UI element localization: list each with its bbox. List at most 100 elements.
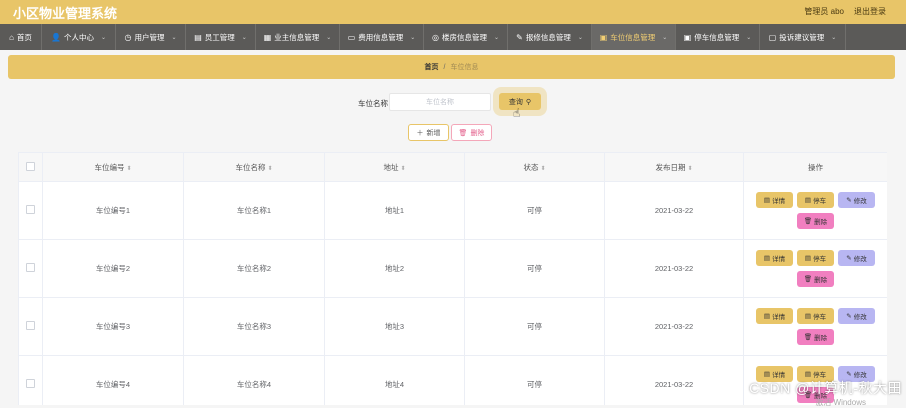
row-select-cell[interactable] <box>18 181 43 240</box>
document-icon: ▤ <box>804 371 812 378</box>
cell-code: 车位编号2 <box>42 239 184 298</box>
cell-name: 车位名称1 <box>183 181 325 240</box>
sort-icon[interactable]: ⬍ <box>126 166 131 172</box>
park-button[interactable]: ▤ 停车 <box>797 308 834 324</box>
park-button[interactable]: ▤ 停车 <box>797 250 834 266</box>
query-button-label: 查询 <box>508 98 523 106</box>
edit-button[interactable]: ✎ 修改 <box>838 192 875 208</box>
select-all-checkbox[interactable] <box>26 161 35 171</box>
row-select-cell[interactable] <box>18 239 43 298</box>
trash-icon: 🗑 <box>803 218 813 225</box>
cell-operations: ▤ 详情 ▤ 停车 ✎ 修改 🗑 删除 <box>743 181 887 240</box>
nav-item-label: 员工管理 <box>204 32 235 42</box>
cell-address: 地址3 <box>324 297 465 356</box>
document-icon: ▤ <box>804 255 812 262</box>
trash-icon: 🗑 <box>803 334 813 341</box>
sort-icon[interactable]: ⬍ <box>267 166 272 172</box>
row-checkbox[interactable] <box>26 263 35 272</box>
user-icon: 👤 <box>51 32 61 42</box>
sort-icon[interactable]: ⬍ <box>540 166 545 172</box>
parking-name-search-input[interactable] <box>389 93 491 111</box>
chevron-down-icon: ⌄ <box>241 34 247 41</box>
cell-address: 地址1 <box>324 181 465 240</box>
batch-delete-button[interactable]: 🗑 删除 <box>451 124 492 141</box>
nav-item-label: 楼房信息管理 <box>441 32 487 42</box>
sort-icon[interactable]: ⬍ <box>400 166 405 172</box>
column-header-code[interactable]: 车位编号 ⬍ <box>42 152 184 182</box>
cell-status: 可停 <box>464 239 605 298</box>
cell-operations: ▤ 详情 ▤ 停车 ✎ 修改 🗑 删除 <box>743 297 887 356</box>
column-header-name[interactable]: 车位名称 ⬍ <box>183 152 325 182</box>
column-header-date[interactable]: 发布日期 ⬍ <box>604 152 744 182</box>
location-icon: ◎ <box>431 32 439 42</box>
delete-row-button[interactable]: 🗑 删除 <box>797 329 834 345</box>
nav-item-label: 车位信息管理 <box>610 32 656 42</box>
table-row: 车位编号1 车位名称1 地址1 可停 2021-03-22 ▤ 详情 ▤ 停车 ✎ 修… <box>18 181 887 240</box>
column-header-status[interactable]: 状态 ⬍ <box>464 152 605 182</box>
nav-item-label: 投诉建议管理 <box>779 32 825 42</box>
nav-item-parking-info[interactable]: ▣ 停车信息管理 ⌄ <box>676 24 760 50</box>
cell-address: 地址2 <box>324 239 465 298</box>
cell-date: 2021-03-22 <box>604 355 744 405</box>
car-icon: ▣ <box>683 32 692 42</box>
select-all-cell[interactable] <box>18 152 43 182</box>
column-header-address[interactable]: 地址 ⬍ <box>324 152 465 182</box>
home-icon: ⌂ <box>9 32 14 42</box>
sort-icon[interactable]: ⬍ <box>687 166 692 172</box>
current-user-label: 管理员 abo <box>804 7 844 16</box>
chevron-down-icon: ⌄ <box>100 34 106 41</box>
row-checkbox[interactable] <box>26 321 35 330</box>
cell-date: 2021-03-22 <box>604 181 744 240</box>
app-title: 小区物业管理系统 <box>13 6 118 21</box>
nav-item-home[interactable]: ⌂ 首页 <box>0 24 42 50</box>
row-select-cell[interactable] <box>18 297 43 356</box>
delete-row-button[interactable]: 🗑 删除 <box>797 213 834 229</box>
edit-button[interactable]: ✎ 修改 <box>838 250 875 266</box>
nav-item-parking-space-info[interactable]: ▣ 车位信息管理 ⌄ <box>592 24 676 50</box>
nav-item-label: 业主信息管理 <box>274 32 320 42</box>
pencil-icon: ✎ <box>846 313 852 320</box>
logout-link[interactable]: 退出登录 <box>854 6 886 17</box>
table-actions: ＋ 新增 🗑 删除 <box>0 124 906 142</box>
nav-item-owner-info[interactable]: ▦ 业主信息管理 ⌄ <box>256 24 340 50</box>
park-button[interactable]: ▤ 停车 <box>797 192 834 208</box>
cell-code: 车位编号4 <box>42 355 184 405</box>
nav-item-repair-info[interactable]: ✎ 报修信息管理 ⌄ <box>508 24 592 50</box>
breadcrumb: 首页 / 车位信息 <box>8 55 895 79</box>
table-row: 车位编号3 车位名称3 地址3 可停 2021-03-22 ▤ 详情 ▤ 停车 ✎ 修… <box>18 297 887 356</box>
windows-activation-watermark: 激活 Windows <box>815 398 866 407</box>
nav-item-complaint-suggestion[interactable]: ▢ 投诉建议管理 ⌄ <box>760 24 846 50</box>
plus-icon: ＋ <box>416 129 424 137</box>
nav-item-fee-info[interactable]: ▭ 费用信息管理 ⌄ <box>340 24 424 50</box>
trash-icon: 🗑 <box>803 276 813 283</box>
detail-button[interactable]: ▤ 详情 <box>756 308 793 324</box>
parking-icon: ▣ <box>599 32 608 42</box>
document-icon: ▤ <box>763 197 771 204</box>
row-select-cell[interactable] <box>18 355 43 405</box>
trash-icon: 🗑 <box>458 129 468 137</box>
nav-item-building-info[interactable]: ◎ 楼房信息管理 ⌄ <box>424 24 508 50</box>
row-checkbox[interactable] <box>26 379 35 388</box>
nav-item-label: 用户管理 <box>134 32 165 42</box>
delete-row-button[interactable]: 🗑 删除 <box>797 271 834 287</box>
nav-item-label: 首页 <box>16 32 32 42</box>
breadcrumb-home[interactable]: 首页 <box>425 62 439 72</box>
detail-button[interactable]: ▤ 详情 <box>756 250 793 266</box>
edit-button[interactable]: ✎ 修改 <box>838 308 875 324</box>
nav-item-staff-management[interactable]: ▤ 员工管理 ⌄ <box>186 24 256 50</box>
wallet-icon: ▭ <box>347 32 356 42</box>
clock-icon: ◷ <box>124 32 132 42</box>
add-button[interactable]: ＋ 新增 <box>408 124 449 141</box>
detail-button[interactable]: ▤ 详情 <box>756 192 793 208</box>
row-checkbox[interactable] <box>26 205 35 214</box>
mouse-pointer-icon: ☝ <box>513 106 521 120</box>
nav-item-personal-center[interactable]: 👤 个人中心 ⌄ <box>42 24 116 50</box>
chevron-down-icon: ⌄ <box>831 34 837 41</box>
add-button-label: 新增 <box>426 129 441 137</box>
cell-name: 车位名称4 <box>183 355 325 405</box>
csdn-watermark: CSDN @计算机-秋大田 <box>749 380 902 396</box>
cell-name: 车位名称2 <box>183 239 325 298</box>
column-header-operations: 操作 <box>743 152 887 182</box>
header-user-area: 管理员 abo 退出登录 <box>804 6 886 17</box>
nav-item-user-management[interactable]: ◷ 用户管理 ⌄ <box>116 24 186 50</box>
